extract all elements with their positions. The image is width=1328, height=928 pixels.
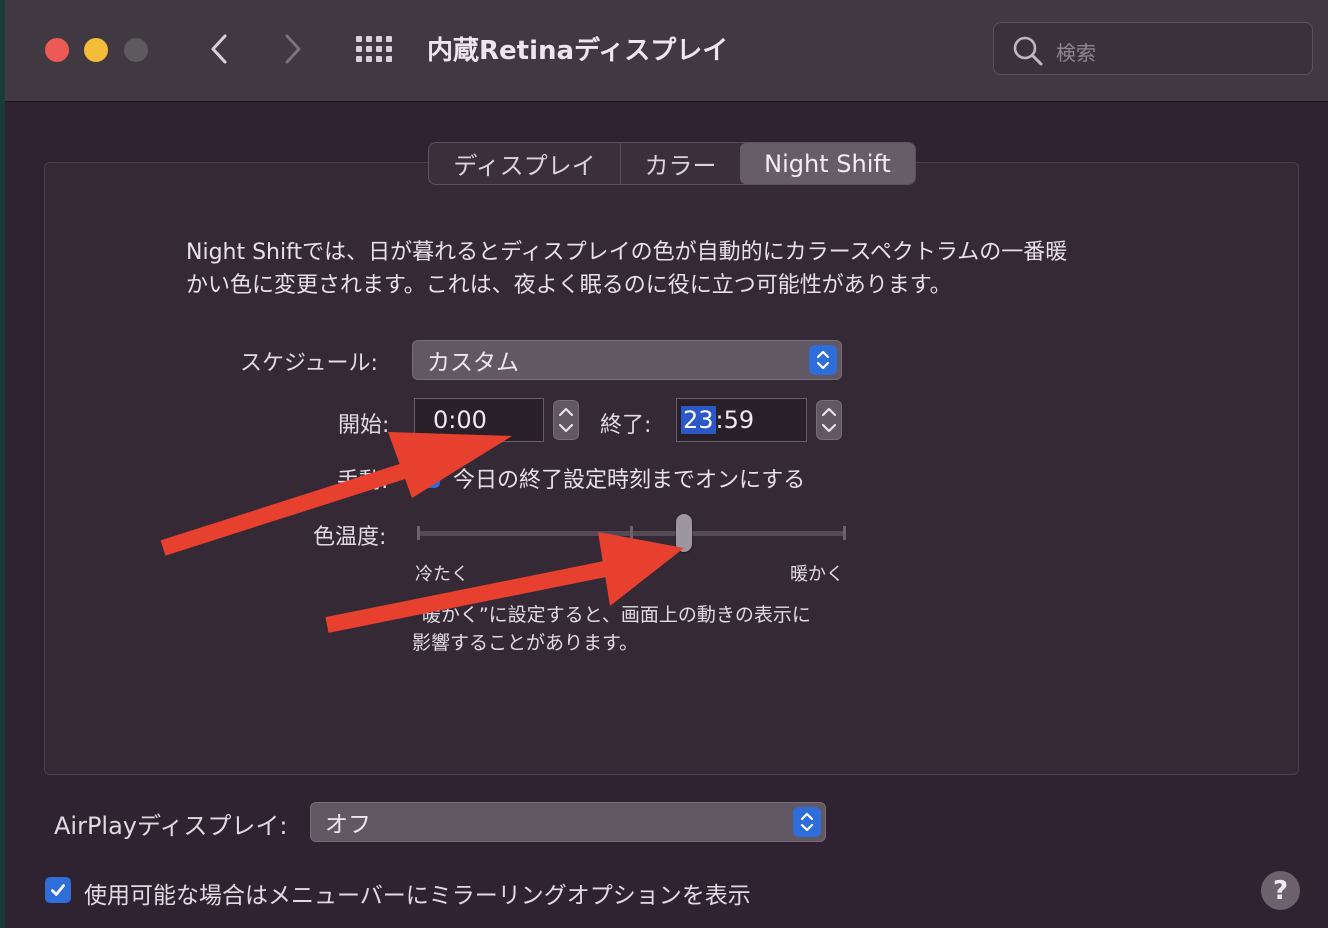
airplay-value: オフ (325, 812, 371, 838)
checkmark-icon (51, 884, 65, 896)
mirroring-checkbox[interactable] (45, 877, 71, 903)
arrow-to-start-time (160, 432, 512, 556)
airplay-popup[interactable]: オフ (310, 802, 826, 842)
help-button[interactable]: ? (1261, 871, 1300, 910)
airplay-label: AirPlayディスプレイ: (54, 812, 288, 840)
mirroring-label: 使用可能な場合はメニューバーにミラーリングオプションを表示 (84, 883, 751, 909)
arrow-to-slider (325, 532, 684, 633)
annotation-arrows (160, 432, 684, 633)
popup-arrows-icon (793, 807, 821, 837)
